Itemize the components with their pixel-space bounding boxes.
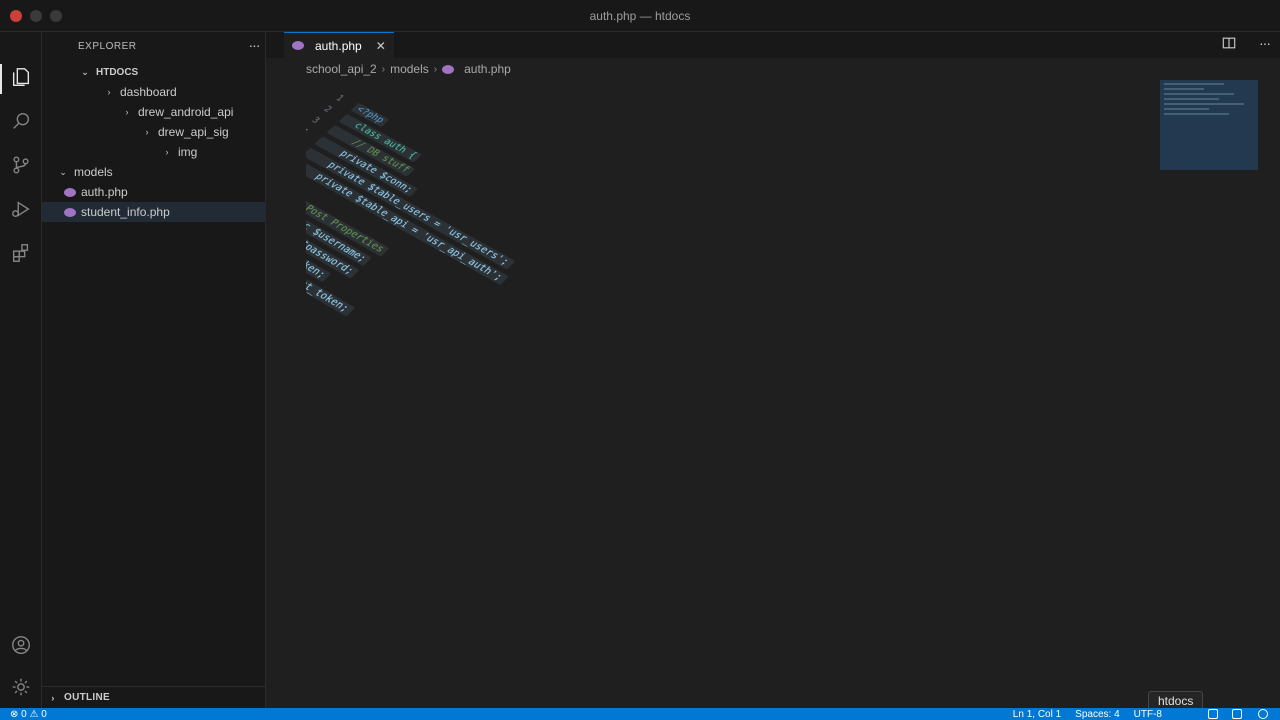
- sidebar-title: EXPLORER: [78, 40, 137, 52]
- tree-root-label: HTDOCS: [96, 66, 139, 78]
- tree-file-auth-php[interactable]: auth.php: [42, 182, 266, 202]
- tab-auth-php[interactable]: auth.php ✕: [284, 32, 394, 58]
- sidebar-header: EXPLORER ···: [42, 32, 265, 58]
- bell-icon[interactable]: [1258, 709, 1268, 719]
- problems-indicator[interactable]: ⊗ 0 ⚠ 0: [10, 709, 47, 720]
- gear-icon[interactable]: [8, 674, 34, 700]
- minimap-line: [1164, 93, 1234, 95]
- activity-bar: [0, 32, 42, 708]
- minimap-line: [1164, 113, 1229, 115]
- more-actions-icon[interactable]: ···: [243, 37, 265, 53]
- php-file-icon: [64, 187, 76, 197]
- layout-icon[interactable]: [1208, 709, 1218, 719]
- code-sheet: 1 <?php 2 class auth {3 // DB stuff 4 priva…: [306, 82, 776, 490]
- extensions-icon[interactable]: [8, 240, 34, 266]
- explorer-sidebar: EXPLORER ··· ⌄ HTDOCS › dashboard › drew…: [42, 32, 266, 708]
- chevron-down-icon: ⌄: [81, 66, 89, 77]
- breadcrumb: school_api_2 › models › auth.php: [306, 62, 511, 76]
- tab-label: auth.php: [315, 38, 362, 53]
- source-control-icon[interactable]: [8, 152, 34, 178]
- outline-label: OUTLINE: [64, 692, 110, 703]
- tab-bar: auth.php ✕ ···: [266, 32, 1280, 58]
- close-icon[interactable]: ✕: [376, 39, 386, 53]
- tree-label: drew_api_sig: [158, 125, 229, 139]
- minimap-line: [1164, 103, 1244, 105]
- breadcrumb-item[interactable]: school_api_2: [306, 62, 377, 76]
- tree-file-student-info-php[interactable]: student_info.php: [42, 202, 266, 222]
- files-icon[interactable]: [8, 64, 34, 90]
- chevron-right-icon: ›: [381, 63, 386, 75]
- tree-label: student_info.php: [81, 205, 170, 219]
- breadcrumb-item[interactable]: models: [390, 62, 429, 76]
- minimap-line: [1164, 108, 1209, 110]
- php-file-icon: [442, 64, 455, 74]
- php-file-icon: [64, 207, 76, 217]
- active-indicator: [0, 64, 2, 94]
- tree-folder-models[interactable]: ⌄ models: [42, 162, 266, 182]
- file-tree: ⌄ HTDOCS › dashboard › drew_android_api …: [42, 62, 266, 222]
- tree-folder-drew-android-api[interactable]: › drew_android_api: [42, 102, 266, 122]
- tree-folder-drew-api-sig[interactable]: › drew_api_sig: [42, 122, 266, 142]
- tree-label: drew_android_api: [138, 105, 234, 119]
- breadcrumb-item[interactable]: auth.php: [464, 62, 511, 76]
- minimap-line: [1164, 83, 1224, 85]
- outline-section-header[interactable]: › OUTLINE: [42, 686, 266, 708]
- minimap-line: [1164, 98, 1219, 100]
- tree-label: dashboard: [120, 85, 177, 99]
- tree-folder-img[interactable]: › img: [42, 142, 266, 162]
- encoding[interactable]: UTF-8: [1134, 709, 1162, 720]
- editor-area: auth.php ✕ ··· school_api_2 › models › a…: [266, 32, 1280, 708]
- chevron-right-icon: ›: [165, 147, 169, 157]
- feedback-icon[interactable]: [1232, 709, 1242, 719]
- indentation[interactable]: Spaces: 4: [1075, 709, 1119, 720]
- more-actions-icon[interactable]: ···: [1259, 35, 1271, 51]
- php-file-icon: [292, 41, 304, 50]
- run-debug-icon[interactable]: [8, 196, 34, 222]
- tree-folder-dashboard[interactable]: › dashboard: [42, 82, 266, 102]
- tree-root-htdocs[interactable]: ⌄ HTDOCS: [42, 62, 266, 82]
- chevron-right-icon: ›: [145, 127, 149, 137]
- title-bar: auth.php — htdocs: [0, 0, 1280, 32]
- status-right-group: Ln 1, Col 1 Spaces: 4 UTF-8: [1013, 709, 1162, 720]
- account-icon[interactable]: [8, 632, 34, 658]
- code-view[interactable]: 1 <?php 2 class auth {3 // DB stuff 4 priva…: [306, 82, 1246, 682]
- status-bar: ⊗ 0 ⚠ 0 Ln 1, Col 1 Spaces: 4 UTF-8: [0, 708, 1280, 720]
- minimap[interactable]: [1160, 80, 1258, 170]
- tree-label: auth.php: [81, 185, 128, 199]
- tree-label: models: [74, 165, 113, 179]
- problems-text: ⊗ 0 ⚠ 0: [10, 708, 47, 720]
- chevron-down-icon: ⌄: [59, 166, 67, 177]
- minimap-line: [1164, 88, 1204, 90]
- search-icon[interactable]: [8, 108, 34, 134]
- chevron-right-icon: ›: [107, 87, 111, 97]
- split-editor-icon[interactable]: [1222, 36, 1238, 52]
- tree-label: img: [178, 145, 198, 159]
- chevron-right-icon: ›: [433, 63, 438, 75]
- chevron-right-icon: ›: [125, 107, 129, 117]
- cursor-position[interactable]: Ln 1, Col 1: [1013, 709, 1061, 720]
- window-title: auth.php — htdocs: [589, 9, 691, 23]
- chevron-right-icon: ›: [51, 692, 55, 703]
